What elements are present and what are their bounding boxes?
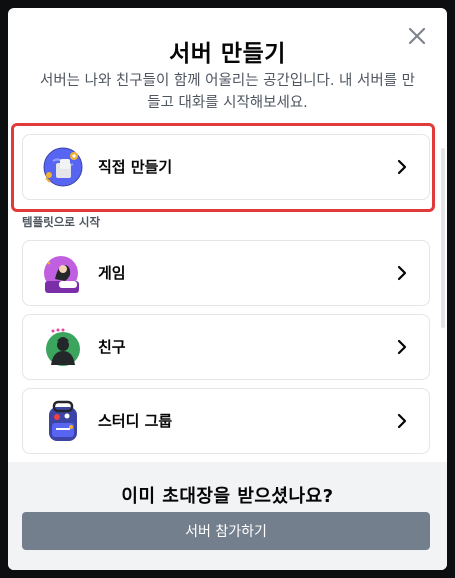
template-friends-button[interactable]: 친구 (22, 314, 430, 380)
create-server-modal: 서버 만들기 서버는 나와 친구들이 함께 어울리는 공간입니다. 내 서버를 … (8, 8, 447, 570)
template-gaming-label: 게임 (98, 264, 126, 282)
template-study-group-button[interactable]: 스터디 그룹 (22, 388, 430, 454)
template-friends-label: 친구 (98, 338, 126, 356)
friend-character-icon (46, 328, 80, 366)
template-section-label: 템플릿으로 시작 (22, 215, 101, 229)
backpack-icon (49, 400, 77, 441)
highlight-frame (11, 123, 435, 212)
modal-title: 서버 만들기 (169, 41, 286, 67)
modal-subtitle: 서버는 나와 친구들이 함께 어울리는 공간입니다. 내 서버를 만들고 대화를… (40, 73, 415, 111)
game-character-icon (44, 256, 79, 293)
template-study-group-label: 스터디 그룹 (98, 412, 173, 430)
chevron-right-icon (397, 413, 407, 429)
join-server-button[interactable]: 서버 참가하기 (22, 512, 430, 550)
chevron-right-icon (397, 339, 407, 355)
chevron-right-icon (397, 265, 407, 281)
template-gaming-button[interactable]: 게임 (22, 240, 430, 306)
modal-footer: 이미 초대장을 받으셨나요? 서버 참가하기 (8, 462, 447, 570)
footer-title: 이미 초대장을 받으셨나요? (121, 486, 334, 507)
scrollbar[interactable] (441, 148, 445, 328)
